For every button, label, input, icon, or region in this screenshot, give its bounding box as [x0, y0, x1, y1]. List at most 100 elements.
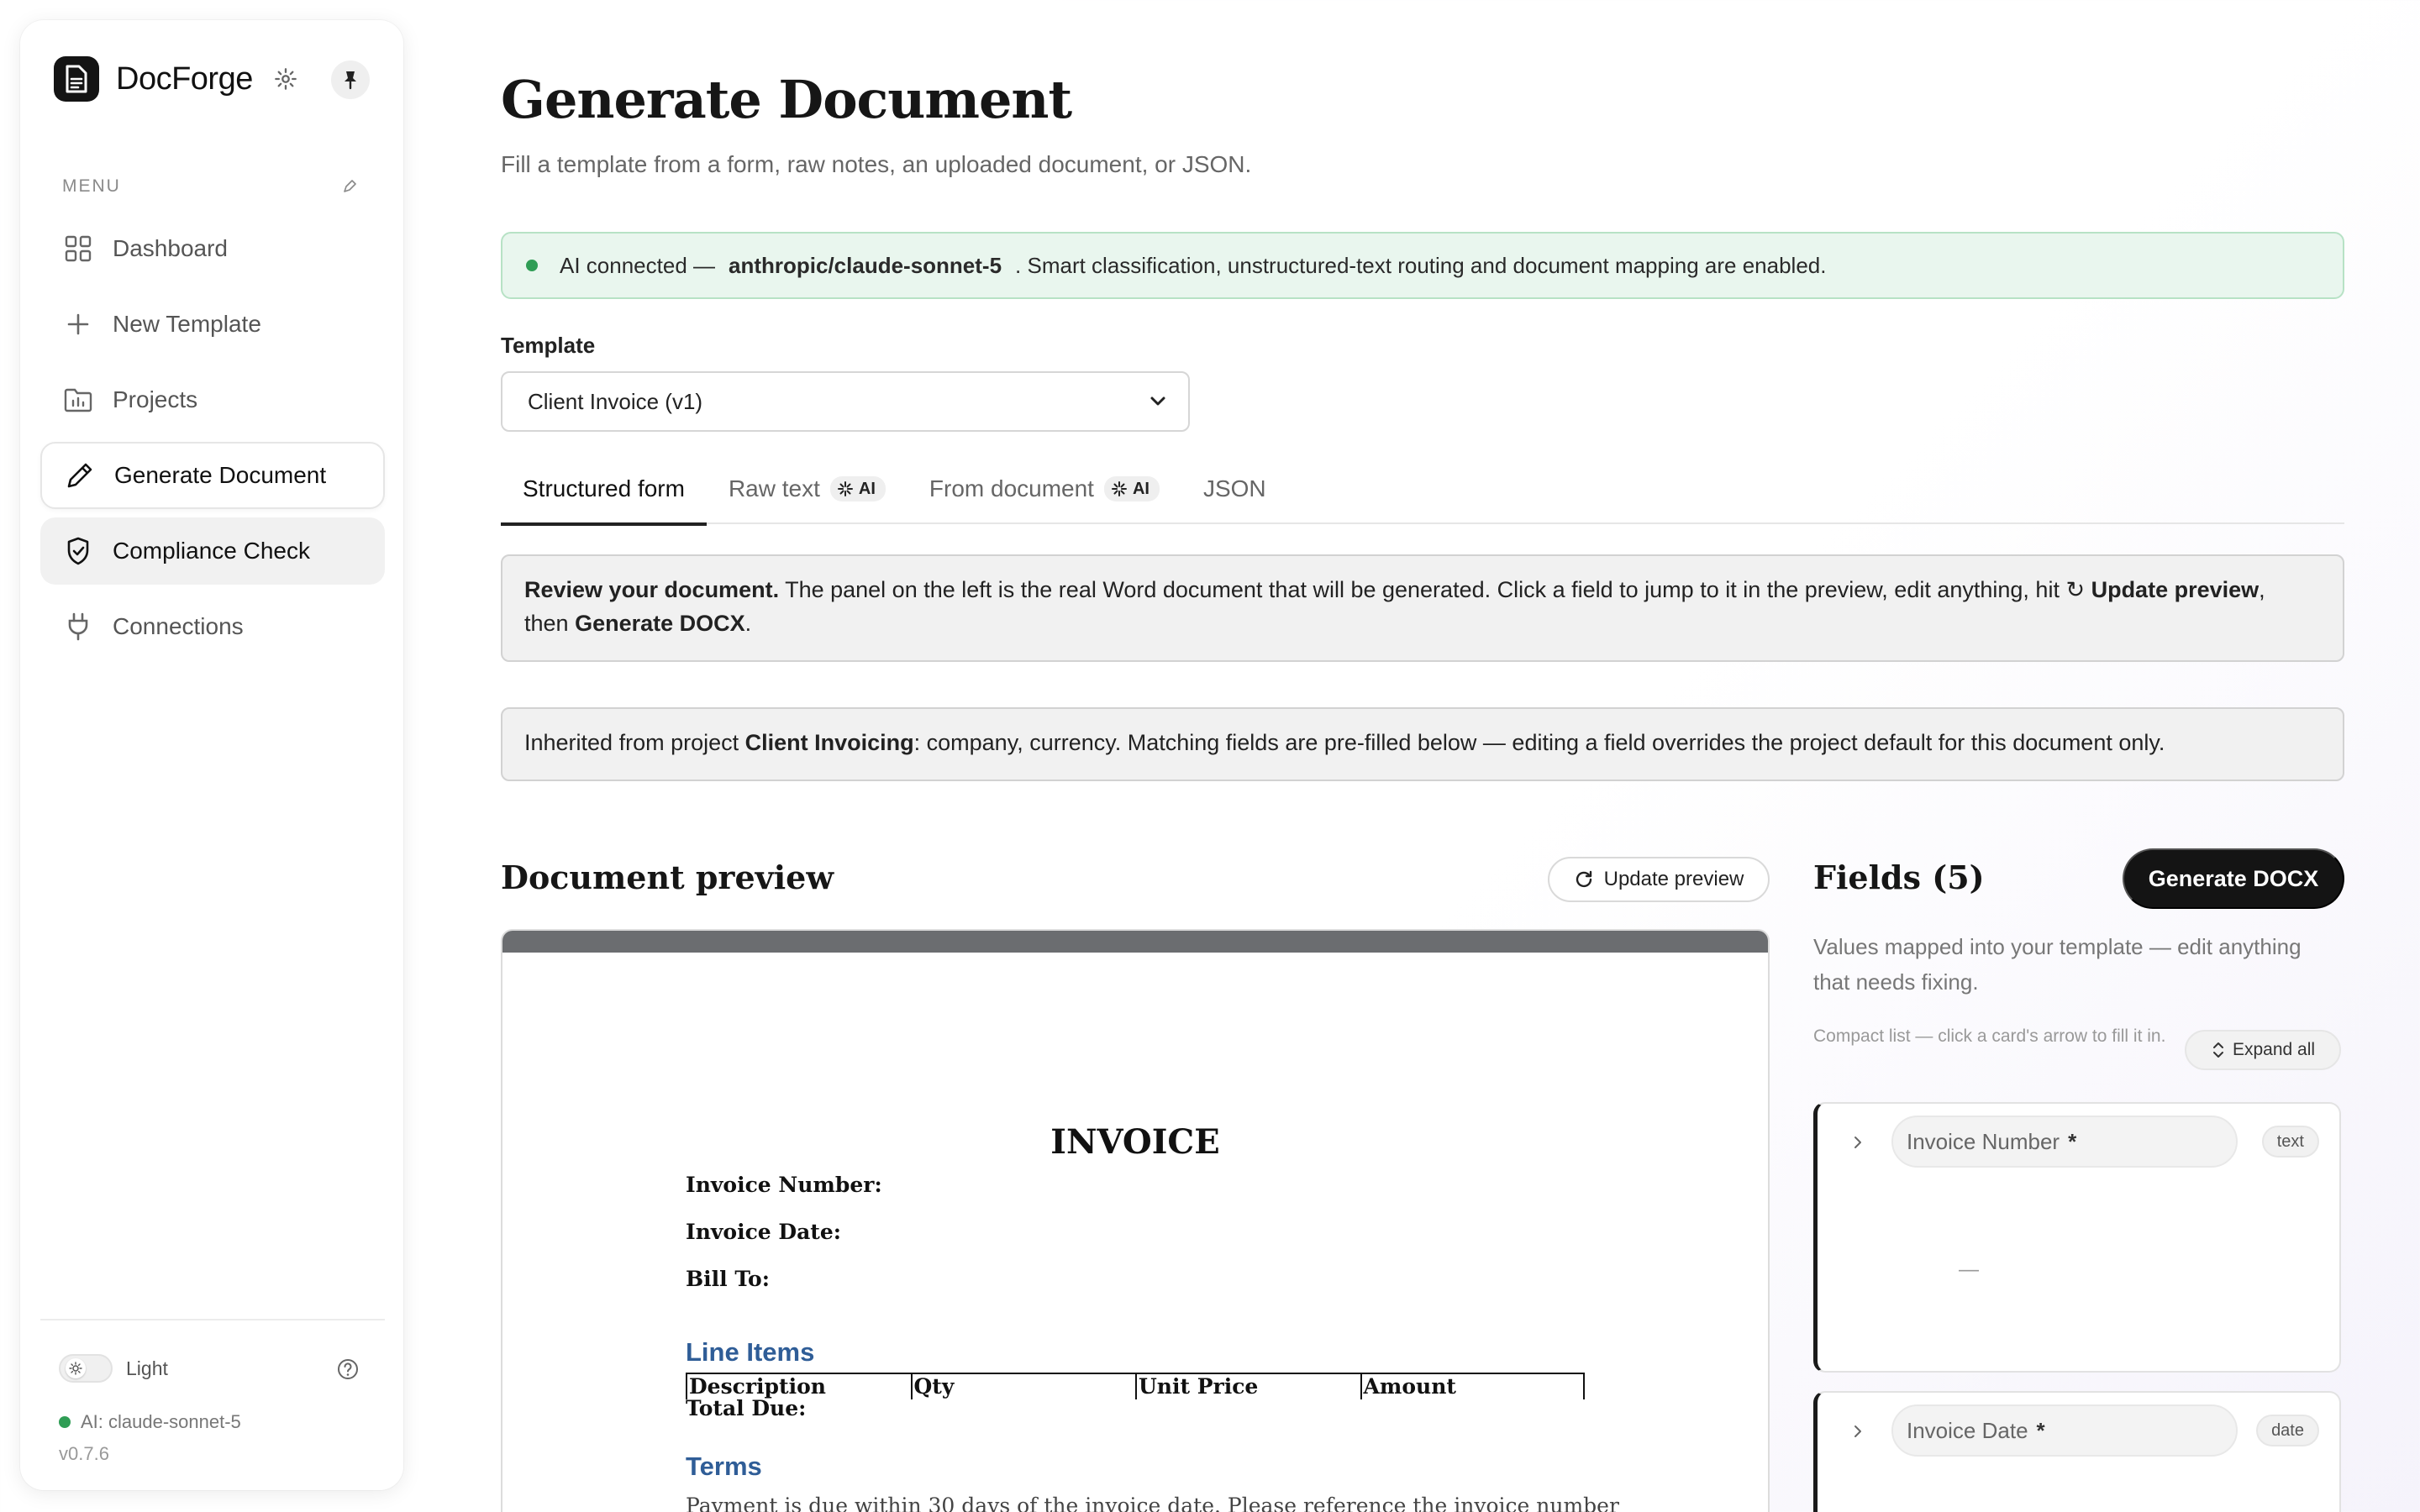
generate-docx-button[interactable]: Generate DOCX: [2123, 848, 2344, 909]
field-name-input[interactable]: Invoice Number *: [1891, 1116, 2238, 1168]
template-select[interactable]: Client Invoice (v1): [501, 371, 1190, 432]
doc-title: INVOICE: [1050, 1122, 1220, 1162]
folder-icon: [62, 384, 94, 416]
required-marker: *: [2068, 1128, 2077, 1154]
ai-connected-banner: AI connected — anthropic/claude-sonnet-5…: [501, 232, 2344, 299]
update-preview-label: Update preview: [1603, 868, 1744, 890]
chevron-right-icon[interactable]: [1848, 1421, 1868, 1441]
sidebar: DocForge MENU Dashboard New Template Pro…: [20, 20, 403, 1490]
field-name-label: Invoice Number: [1907, 1128, 2060, 1154]
tab-json[interactable]: JSON: [1181, 454, 1288, 524]
page-title: Generate Document: [501, 69, 1072, 130]
ai-status-text: AI: claude-sonnet-5: [81, 1411, 241, 1432]
tab-label: From document: [929, 475, 1094, 501]
review-notice-text: The panel on the left is the real Word d…: [779, 577, 2066, 602]
fields-panel-description: Values mapped into your template — edit …: [1813, 934, 2302, 995]
tab-from-document[interactable]: From document AI: [908, 454, 1181, 524]
table-header-cell: Unit Price: [1135, 1374, 1360, 1399]
doc-field-bill-to[interactable]: Bill To:: [686, 1267, 770, 1291]
tab-structured-form[interactable]: Structured form: [501, 454, 707, 526]
tab-label: Raw text: [728, 475, 820, 501]
theme-toggle[interactable]: [59, 1354, 113, 1383]
ai-banner-prefix: AI connected —: [560, 252, 715, 278]
update-preview-button[interactable]: Update preview: [1548, 857, 1770, 902]
sidebar-item-label: Compliance Check: [113, 538, 310, 564]
edit-menu-pencil-icon[interactable]: [336, 173, 363, 200]
review-notice-update-link: Update preview: [2091, 577, 2260, 602]
field-name-input[interactable]: Invoice Date *: [1891, 1404, 2238, 1457]
required-marker: *: [2036, 1417, 2045, 1443]
app-name: DocForge: [116, 60, 253, 97]
shield-check-icon: [62, 535, 94, 567]
sidebar-item-label: Projects: [113, 386, 198, 412]
expand-all-label: Expand all: [2232, 1040, 2316, 1059]
document-preview-title: Document preview: [501, 858, 834, 896]
tab-label: JSON: [1202, 475, 1266, 501]
ai-banner-suffix: . Smart classification, unstructured-tex…: [1015, 252, 1827, 278]
status-dot: [526, 260, 538, 271]
inherited-project-name: Client Invoicing: [744, 730, 914, 755]
tab-label: Structured form: [523, 475, 685, 501]
field-name-label: Invoice Date: [1907, 1417, 2028, 1443]
review-notice-bold: Review your document.: [524, 577, 780, 602]
pin-sidebar-button[interactable]: [331, 60, 370, 99]
sun-icon: [66, 1358, 86, 1378]
doc-heading-terms: Terms: [686, 1452, 762, 1481]
sidebar-item-label: New Template: [113, 311, 261, 337]
theme-label: Light: [126, 1357, 168, 1379]
ai-badge: AI: [1103, 476, 1160, 501]
sidebar-item-label: Generate Document: [114, 462, 327, 488]
pen-icon: [64, 459, 96, 491]
sidebar-item-projects[interactable]: Projects: [40, 366, 385, 433]
expand-all-button[interactable]: Expand all: [2185, 1030, 2341, 1070]
document-preview-frame[interactable]: INVOICE Invoice Number: Invoice Date: Bi…: [501, 929, 1770, 1512]
fields-panel-title: Fields (5): [1813, 858, 1985, 896]
table-header-cell: Qty: [910, 1374, 1136, 1399]
field-type-badge[interactable]: date: [2256, 1415, 2319, 1446]
compact-list-hint: Compact list — click a card's arrow to f…: [1813, 1026, 2166, 1046]
sidebar-item-connections[interactable]: Connections: [40, 593, 385, 660]
inherited-notice-text: Inherited from project: [524, 730, 745, 755]
review-notice-text: then: [524, 611, 576, 636]
sidebar-item-compliance-check[interactable]: Compliance Check: [40, 517, 385, 585]
template-label: Template: [501, 333, 596, 358]
sidebar-item-dashboard[interactable]: Dashboard: [40, 215, 385, 282]
inherited-notice-text: : company, currency. Matching fields are…: [913, 730, 2165, 755]
tab-raw-text[interactable]: Raw text AI: [707, 454, 908, 524]
input-mode-tabs: Structured form Raw text AI From documen…: [501, 454, 2344, 526]
doc-heading-line-items: Line Items: [686, 1337, 815, 1367]
brand[interactable]: DocForge: [54, 55, 253, 102]
sidebar-item-label: Dashboard: [113, 235, 228, 261]
sidebar-item-generate-document[interactable]: Generate Document: [40, 442, 385, 509]
doc-field-invoice-number[interactable]: Invoice Number:: [686, 1173, 882, 1197]
inherited-notice: Inherited from project Client Invoicing:…: [501, 707, 2344, 781]
field-value-empty: —: [1959, 1258, 1979, 1281]
review-notice-text: ,: [2259, 577, 2265, 602]
sidebar-item-label: Connections: [113, 613, 244, 639]
menu-label: MENU: [62, 176, 121, 196]
docforge-logo-icon: [54, 56, 99, 102]
refresh-icon: [1576, 870, 1591, 888]
doc-terms-text: Payment is due within 30 days of the inv…: [686, 1494, 1619, 1512]
sidebar-item-new-template[interactable]: New Template: [40, 291, 385, 358]
help-icon[interactable]: [333, 1354, 363, 1384]
ai-badge: AI: [829, 476, 886, 501]
settings-gear-icon[interactable]: [269, 62, 302, 96]
field-card-invoice-date: Invoice Date * date: [1813, 1391, 2341, 1512]
ai-status: AI: claude-sonnet-5: [59, 1411, 241, 1433]
sidebar-nav: Dashboard New Template Projects Generate…: [40, 215, 385, 669]
app-version: v0.7.6: [59, 1443, 109, 1464]
field-type-badge[interactable]: text: [2261, 1126, 2319, 1158]
sparkle-icon: [837, 481, 853, 496]
sparkle-icon: [1111, 481, 1127, 496]
sidebar-divider: [40, 1319, 385, 1320]
chevron-right-icon[interactable]: [1848, 1132, 1868, 1152]
doc-field-invoice-date[interactable]: Invoice Date:: [686, 1220, 841, 1244]
doc-total-due[interactable]: Total Due:: [686, 1396, 806, 1420]
document-page: INVOICE Invoice Number: Invoice Date: Bi…: [502, 953, 1768, 1512]
review-notice-text: .: [744, 611, 752, 636]
page-subtitle: Fill a template from a form, raw notes, …: [501, 151, 1252, 177]
plus-icon: [62, 308, 94, 340]
review-notice: Review your document. The panel on the l…: [501, 554, 2344, 662]
table-header-cell: Amount: [1360, 1374, 1585, 1399]
